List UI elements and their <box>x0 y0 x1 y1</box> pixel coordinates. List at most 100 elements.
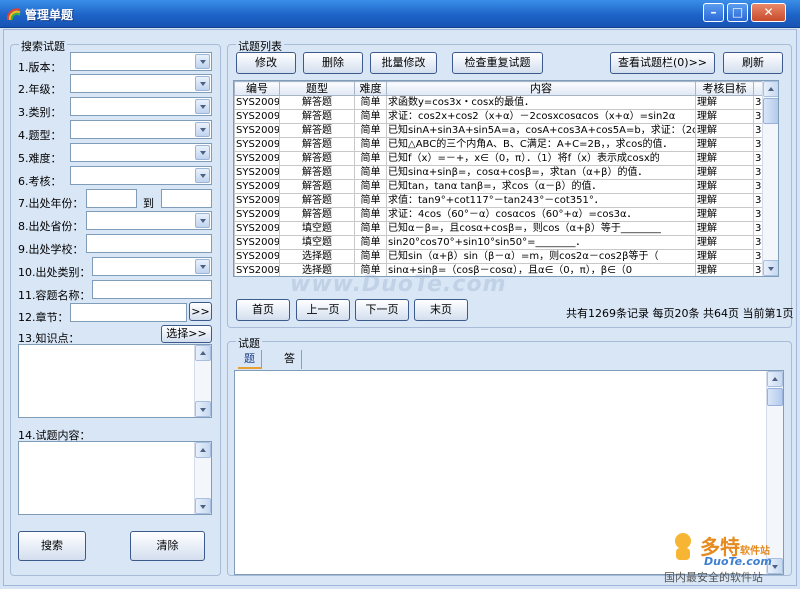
column-header-id[interactable]: 编号 <box>234 81 280 96</box>
year-from-input[interactable] <box>86 189 137 208</box>
knowledge-textarea[interactable] <box>18 344 212 418</box>
table-row[interactable]: SYS200909解答题简单已知△ABC的三个内角A、B、C满足：A+C=2B，… <box>234 137 778 152</box>
edit-button[interactable]: 修改 <box>236 52 296 74</box>
table-row[interactable]: SYS200909解答题简单已知f（x）=－+，x∈（0，π）．（1）将f（x）… <box>234 151 778 166</box>
scroll-down-icon[interactable] <box>195 498 211 514</box>
question-grid: 编号 题型 难度 内容 考核目标 SYS200909解答题简单求函数y=cos3… <box>233 80 779 277</box>
delete-button[interactable]: 删除 <box>303 52 363 74</box>
grid-scrollbar[interactable] <box>762 81 778 276</box>
cell-type: 填空题 <box>279 235 355 250</box>
cell-objective: 理解 <box>695 235 754 250</box>
table-row[interactable]: SYS200909填空题简单已知α－β=，且cosα+cosβ=，则cos（α+… <box>234 221 778 236</box>
school-input[interactable] <box>86 234 212 253</box>
source-type-select[interactable] <box>92 257 212 276</box>
cell-difficulty: 简单 <box>354 221 387 236</box>
content-scrollbar[interactable] <box>194 442 211 514</box>
mascot-icon <box>675 533 691 560</box>
cell-content: 已知sinA+sin3A+sin5A=a，cosA+cos3A+cos5A=b，… <box>386 123 696 138</box>
table-row[interactable]: SYS200909解答题简单求函数y=cos3x・cosx的最值．理解3. <box>234 95 778 110</box>
clear-button[interactable]: 清除 <box>130 531 205 561</box>
column-header-content[interactable]: 内容 <box>386 81 696 96</box>
column-header-difficulty[interactable]: 难度 <box>354 81 387 96</box>
grade-select[interactable] <box>70 74 212 93</box>
chevron-down-icon <box>195 168 210 183</box>
search-button[interactable]: 搜索 <box>18 531 86 561</box>
cell-type: 解答题 <box>279 95 355 110</box>
cell-objective: 理解 <box>695 249 754 264</box>
column-header-objective[interactable]: 考核目标 <box>695 81 754 96</box>
chevron-down-icon <box>195 213 210 228</box>
cell-id: SYS200909 <box>234 207 280 222</box>
question-detail-title: 试题 <box>236 335 262 351</box>
province-select[interactable] <box>86 211 212 230</box>
category-select[interactable] <box>70 97 212 116</box>
first-page-button[interactable]: 首页 <box>236 299 290 321</box>
version-select[interactable] <box>70 52 212 71</box>
cell-objective: 理解 <box>695 151 754 166</box>
difficulty-select[interactable] <box>70 143 212 162</box>
scroll-thumb[interactable] <box>763 98 778 124</box>
scroll-up-icon[interactable] <box>195 345 211 361</box>
table-row[interactable]: SYS200909解答题简单已知sinA+sin3A+sin5A=a，cosA+… <box>234 123 778 138</box>
minimize-button[interactable]: – <box>703 3 724 22</box>
cell-content: 求证：cos2x+cos2（x+α）－2cosxcosαcos（x+α）=sin… <box>386 109 696 124</box>
chevron-down-icon <box>195 76 210 91</box>
cell-difficulty: 简单 <box>354 249 387 264</box>
content-textarea[interactable] <box>18 441 212 515</box>
cell-type: 解答题 <box>279 207 355 222</box>
cell-type: 解答题 <box>279 193 355 208</box>
cell-difficulty: 简单 <box>354 235 387 250</box>
table-row[interactable]: SYS200909解答题简单求证：4cos（60°－α）cosαcos（60°+… <box>234 207 778 222</box>
year-label: 7.出处年份： <box>18 197 84 210</box>
last-page-button[interactable]: 末页 <box>414 299 468 321</box>
chevron-down-icon <box>195 99 210 114</box>
chapter-input[interactable] <box>70 303 187 322</box>
cell-content: 求值：tan9°+cot117°－tan243°－cot351°． <box>386 193 696 208</box>
school-label: 9.出处学校： <box>18 243 84 256</box>
prev-page-button[interactable]: 上一页 <box>296 299 350 321</box>
tab-answer[interactable]: 答案 <box>278 350 302 383</box>
batch-edit-button[interactable]: 批量修改 <box>370 52 437 74</box>
scroll-down-icon[interactable] <box>195 401 211 417</box>
table-row[interactable]: SYS200909解答题简单求值：tan9°+cot117°－tan243°－c… <box>234 193 778 208</box>
maximize-button[interactable]: □ <box>727 3 748 22</box>
assessment-select[interactable] <box>70 166 212 185</box>
cell-difficulty: 简单 <box>354 151 387 166</box>
table-row[interactable]: SYS200909解答题简单已知tan，tanα tanβ=，求cos（α－β）… <box>234 179 778 194</box>
scroll-up-icon[interactable] <box>767 371 783 387</box>
pager-summary: 共有1269条记录 每页20条 共64页 当前第1页 <box>566 307 794 320</box>
cell-difficulty: 简单 <box>354 109 387 124</box>
knowledge-scrollbar[interactable] <box>194 345 211 417</box>
scroll-thumb[interactable] <box>767 388 783 406</box>
scroll-down-icon[interactable] <box>763 260 778 276</box>
column-header-type[interactable]: 题型 <box>279 81 355 96</box>
scroll-up-icon[interactable] <box>195 442 211 458</box>
cell-objective: 理解 <box>695 263 754 276</box>
tab-question[interactable]: 题目 <box>238 350 262 383</box>
scroll-up-icon[interactable] <box>763 81 778 97</box>
type-select[interactable] <box>70 120 212 139</box>
knowledge-select-button[interactable]: 选择>> <box>161 325 212 343</box>
cell-content: 已知△ABC的三个内角A、B、C满足：A+C=2B，，求cos的值． <box>386 137 696 152</box>
view-question-bar-button[interactable]: 查看试题栏(0)>> <box>610 52 715 74</box>
cell-difficulty: 简单 <box>354 95 387 110</box>
cell-id: SYS200909 <box>234 249 280 264</box>
check-duplicates-button[interactable]: 检查重复试题 <box>452 52 543 74</box>
version-label: 1.版本： <box>18 61 62 74</box>
table-row[interactable]: SYS200909选择题简单已知sin（α+β）sin（β－α）=m，则cos2… <box>234 249 778 264</box>
refresh-button[interactable]: 刷新 <box>723 52 783 74</box>
table-row[interactable]: SYS200909填空题简单sin20°cos70°+sin10°sin50°=… <box>234 235 778 250</box>
table-row[interactable]: SYS200909解答题简单求证：cos2x+cos2（x+α）－2cosxco… <box>234 109 778 124</box>
cell-objective: 理解 <box>695 137 754 152</box>
cell-objective: 理解 <box>695 207 754 222</box>
cell-id: SYS200909 <box>234 263 280 276</box>
cell-difficulty: 简单 <box>354 123 387 138</box>
table-row[interactable]: SYS200909解答题简单已知sinα+sinβ=，cosα+cosβ=，求t… <box>234 165 778 180</box>
grade-label: 2.年级： <box>18 83 62 96</box>
cell-difficulty: 简单 <box>354 193 387 208</box>
next-page-button[interactable]: 下一页 <box>355 299 409 321</box>
chapter-browse-button[interactable]: >> <box>189 302 212 321</box>
close-button[interactable]: ✕ <box>751 3 786 22</box>
paper-name-input[interactable] <box>92 280 212 299</box>
year-to-input[interactable] <box>161 189 212 208</box>
